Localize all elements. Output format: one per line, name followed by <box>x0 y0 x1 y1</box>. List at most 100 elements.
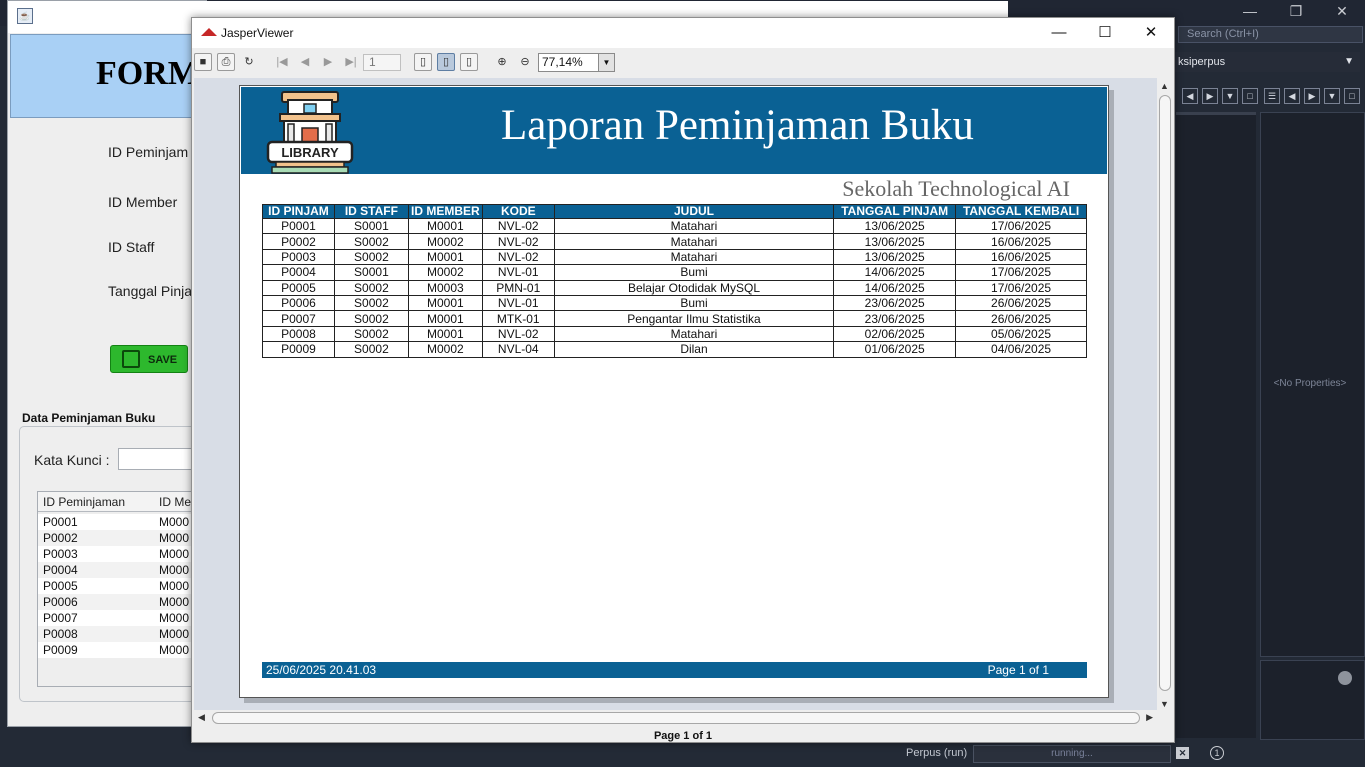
minimize-icon[interactable]: — <box>1036 18 1082 48</box>
table-cell: P0004 <box>262 264 335 281</box>
table-cell: M000 <box>159 579 190 593</box>
maximize-icon[interactable]: □ <box>1242 88 1258 104</box>
scroll-up-icon[interactable]: ▲ <box>1160 81 1169 91</box>
form-header: FORM <box>10 34 210 118</box>
table-cell: Matahari <box>553 248 835 266</box>
table-cell: M0003 <box>407 279 483 296</box>
dropdown-icon[interactable]: ▼ <box>1222 88 1238 104</box>
column-header: KODE <box>481 204 555 219</box>
label-id-staff: ID Staff <box>108 239 155 255</box>
report-viewport[interactable]: LIBRARY Laporan Peminjaman Buku Sekolah … <box>194 78 1157 710</box>
save-button[interactable]: SAVE <box>110 345 188 373</box>
table-cell: Bumi <box>553 264 835 281</box>
ide-window-controls: — ❐ ✕ <box>1227 0 1365 22</box>
horizontal-scrollbar[interactable]: ◀ ▶ <box>194 710 1157 726</box>
ide-search-input[interactable]: Search (Ctrl+I) <box>1178 26 1363 43</box>
prev-icon[interactable]: ◀ <box>1284 88 1300 104</box>
logo-text: LIBRARY <box>281 145 339 160</box>
last-page-icon[interactable]: ▶| <box>342 53 360 71</box>
fit-page-icon[interactable]: ▯ <box>437 53 455 71</box>
jasper-viewer-window: JasperViewer — ☐ ✕ ■ ⎙ ↻ |◀ ◀ ▶ ▶| 1 ▯ ▯… <box>191 17 1175 743</box>
scroll-left-icon[interactable]: ◀ <box>198 712 205 723</box>
table-cell: M0001 <box>407 217 483 235</box>
cancel-task-icon[interactable]: ✕ <box>1176 747 1189 759</box>
ide-close-icon[interactable]: ✕ <box>1319 0 1365 22</box>
scroll-down-icon[interactable]: ▼ <box>1160 699 1169 709</box>
ide-nav-buttons-left: ◀ ▶ ▼ □ <box>1182 88 1258 106</box>
next-icon[interactable]: ▶ <box>1304 88 1320 104</box>
properties-icon[interactable]: ☰ <box>1264 88 1280 104</box>
table-cell: 26/06/2025 <box>955 310 1087 327</box>
table-cell: P0007 <box>262 310 335 327</box>
table-cell: S0001 <box>333 264 409 281</box>
chevron-down-icon: ▼ <box>1344 56 1354 67</box>
table-row: P0007 S0002 M0001 MTK-01 Pengantar Ilmu Stat… <box>262 310 1087 327</box>
zoom-out-icon[interactable]: ⊖ <box>516 53 534 71</box>
ide-knob-icon[interactable] <box>1338 671 1352 685</box>
vertical-scrollbar[interactable]: ▲ ▼ <box>1157 78 1173 710</box>
scroll-right-icon[interactable]: ▶ <box>1146 712 1153 723</box>
table-cell: 17/06/2025 <box>955 217 1087 235</box>
notifications-icon[interactable]: 1 <box>1210 746 1224 760</box>
table-cell: Pengantar Ilmu Statistika <box>553 310 835 327</box>
save-report-icon[interactable]: ■ <box>194 53 212 71</box>
table-cell: P0006 <box>262 294 335 312</box>
zoom-select[interactable]: 77,14% ▼ <box>538 53 615 72</box>
table-cell: S0001 <box>333 217 409 235</box>
column-header[interactable]: ID Peminjaman <box>43 495 125 509</box>
no-properties-label: <No Properties> <box>1273 378 1347 389</box>
label-id-peminjaman: ID Peminjam <box>108 144 189 160</box>
column-header: ID STAFF <box>333 204 409 219</box>
page-number-input[interactable]: 1 <box>363 54 401 71</box>
report-table-header: ID PINJAM ID STAFF ID MEMBER KODE JUDUL … <box>262 204 1087 219</box>
run-task-label: Perpus (run) <box>906 747 968 759</box>
previous-page-icon[interactable]: ◀ <box>296 53 314 71</box>
reload-icon[interactable]: ↻ <box>240 53 258 71</box>
scroll-thumb[interactable] <box>212 712 1140 724</box>
first-page-icon[interactable]: |◀ <box>273 53 291 71</box>
report-page: LIBRARY Laporan Peminjaman Buku Sekolah … <box>239 85 1109 698</box>
table-cell: M000 <box>159 531 190 545</box>
table-cell: M000 <box>159 627 190 641</box>
table-cell: Dilan <box>553 341 835 358</box>
table-cell: 16/06/2025 <box>955 233 1087 250</box>
maximize-icon[interactable]: ☐ <box>1082 18 1128 48</box>
table-cell: 23/06/2025 <box>833 310 957 327</box>
loan-table[interactable]: ID Peminjaman ID Me P0001 M000 P0002 M000 … <box>37 491 218 687</box>
ide-restore-icon[interactable]: ❐ <box>1273 0 1319 22</box>
table-cell: Belajar Otodidak MySQL <box>553 279 835 296</box>
maximize-icon[interactable]: □ <box>1344 88 1360 104</box>
table-cell: P0008 <box>43 627 78 641</box>
table-row: P0003 S0002 M0001 NVL-02 Matahari 13/06/2025 1… <box>262 248 1087 266</box>
table-cell: NVL-02 <box>481 248 555 266</box>
table-cell: S0002 <box>333 310 409 327</box>
ide-navigator-combo[interactable]: ksiperpus ▼ <box>1170 52 1360 72</box>
viewer-status: Page 1 of 1 <box>653 730 713 742</box>
table-cell: 13/06/2025 <box>833 233 957 250</box>
table-cell: NVL-02 <box>481 217 555 235</box>
table-cell: P0001 <box>43 515 78 529</box>
table-cell: 01/06/2025 <box>833 341 957 358</box>
table-row: P0001 S0001 M0001 NVL-02 Matahari 13/06/2025 1… <box>262 217 1087 235</box>
dropdown-icon[interactable]: ▼ <box>1324 88 1340 104</box>
next-page-icon[interactable]: ▶ <box>319 53 337 71</box>
prev-icon[interactable]: ◀ <box>1182 88 1198 104</box>
print-icon[interactable]: ⎙ <box>217 53 235 71</box>
jasper-logo-icon <box>201 28 217 36</box>
scroll-thumb[interactable] <box>1159 95 1171 691</box>
close-icon[interactable]: ✕ <box>1128 18 1174 48</box>
column-header[interactable]: ID Me <box>159 495 191 509</box>
table-cell: 02/06/2025 <box>833 325 957 343</box>
column-header: ID PINJAM <box>262 204 335 219</box>
next-icon[interactable]: ▶ <box>1202 88 1218 104</box>
chevron-down-icon[interactable]: ▼ <box>598 54 614 71</box>
actual-size-icon[interactable]: ▯ <box>414 53 432 71</box>
ide-minimize-icon[interactable]: — <box>1227 0 1273 22</box>
table-cell: 17/06/2025 <box>955 279 1087 296</box>
fit-width-icon[interactable]: ▯ <box>460 53 478 71</box>
label-id-member: ID Member <box>108 194 178 210</box>
table-cell: M0001 <box>407 310 483 327</box>
table-cell: 14/06/2025 <box>833 264 957 281</box>
zoom-in-icon[interactable]: ⊕ <box>493 53 511 71</box>
form-window: ☕ FORM ID Peminjam ID Member ID Staff Ta… <box>7 0 1008 727</box>
